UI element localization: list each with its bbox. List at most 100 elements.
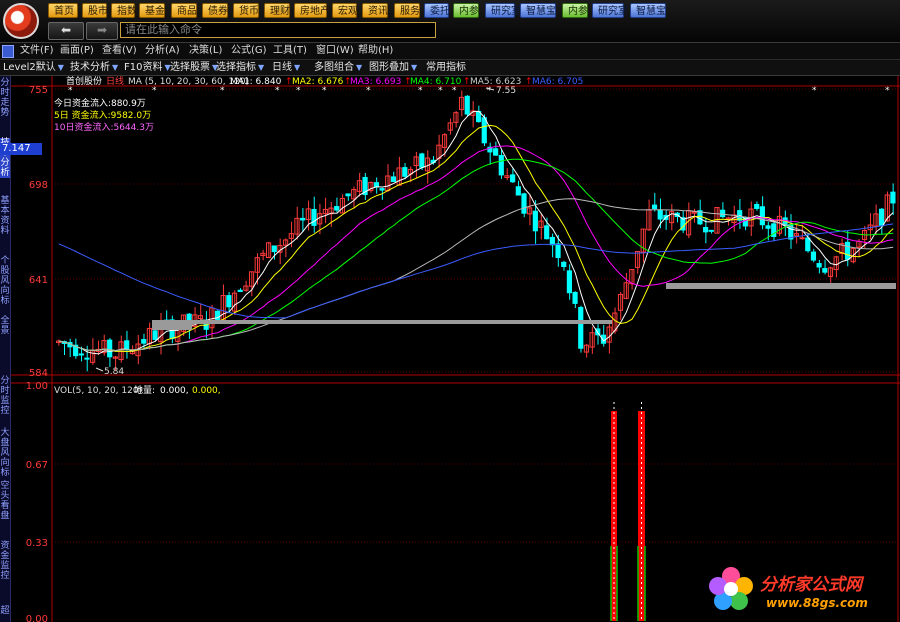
- menu-item[interactable]: 工具(T): [273, 43, 307, 59]
- dropdown-arrow-icon: ▼: [411, 63, 418, 72]
- side-tab[interactable]: 基本资料: [0, 196, 10, 236]
- ma-value: MA1: 6.840: [230, 77, 282, 87]
- nav-button[interactable]: 资讯: [362, 3, 388, 18]
- menu-item[interactable]: 帮助(H): [358, 43, 393, 59]
- nav-button[interactable]: 基金: [139, 3, 165, 18]
- fund-flow-text: 5日 资金流入:9582.0万: [54, 109, 151, 121]
- dropdown-arrow-icon: ▼: [112, 63, 119, 72]
- nav-button[interactable]: 货币: [233, 3, 259, 18]
- side-tab[interactable]: 资金监控: [0, 541, 10, 581]
- candle: [765, 225, 771, 229]
- app-menu-icon[interactable]: [2, 45, 14, 58]
- side-tab[interactable]: 空头看盘: [0, 481, 10, 521]
- y-tick-label: 641: [29, 275, 48, 286]
- toolbar-button[interactable]: 日线 ▼: [272, 60, 300, 75]
- toolbar-button-label: 日线: [272, 62, 292, 73]
- toolbar-button[interactable]: 选择股票 ▼: [170, 60, 218, 75]
- candle: [419, 153, 425, 168]
- toolbar-button[interactable]: 图形叠加 ▼: [369, 60, 417, 75]
- nav-button[interactable]: 指数: [111, 3, 137, 18]
- vol-value: 0.000,: [192, 386, 221, 396]
- up-arrow-icon: ↑: [463, 77, 471, 87]
- menu-item[interactable]: 决策(L): [189, 43, 222, 59]
- nav-button[interactable]: 智慧宝: [520, 3, 556, 18]
- side-tab[interactable]: 个股风向标: [0, 256, 10, 306]
- toolbar-button[interactable]: F10资料 ▼: [124, 60, 171, 75]
- candle: [844, 241, 851, 260]
- side-tab[interactable]: 大盘风向标: [0, 428, 10, 478]
- candle: [493, 148, 499, 156]
- side-tab[interactable]: 分时走势: [0, 78, 10, 118]
- candle: [152, 330, 158, 340]
- low-price-label: 5.84: [104, 367, 124, 377]
- menu-item[interactable]: 查看(V): [102, 43, 137, 59]
- candle: [805, 237, 811, 252]
- toolbar-button[interactable]: 多图组合 ▼: [314, 60, 362, 75]
- candle: [107, 339, 113, 358]
- marker-icon: *: [152, 86, 157, 96]
- toolbar-button[interactable]: 常用指标: [426, 60, 466, 75]
- nav-button[interactable]: 内参: [453, 3, 479, 18]
- candle: [481, 117, 487, 144]
- menu-item[interactable]: 公式(G): [231, 43, 267, 59]
- nav-button[interactable]: 宏观: [332, 3, 358, 18]
- dropdown-arrow-icon: ▼: [356, 63, 363, 72]
- vol-title: VOL(5, 10, 20, 120): [54, 386, 142, 396]
- menu-item[interactable]: 文件(F): [20, 43, 54, 59]
- nav-button[interactable]: 首页: [48, 3, 78, 18]
- menu-item[interactable]: 分析(A): [145, 43, 180, 59]
- support-bar: [666, 283, 896, 289]
- candle: [379, 188, 385, 191]
- candle: [578, 307, 584, 349]
- support-bar: [152, 320, 612, 324]
- watermark-logo: 分析家公式网 www.88gs.com: [700, 560, 900, 622]
- back-button[interactable]: ⬅: [48, 22, 84, 40]
- candle: [708, 229, 714, 232]
- side-tab[interactable]: 分时监控: [0, 376, 10, 416]
- nav-button[interactable]: 委托: [424, 3, 450, 18]
- candle: [84, 357, 90, 360]
- candle: [549, 236, 555, 246]
- candle: [498, 154, 504, 176]
- toolbar-button[interactable]: 选择指标 ▼: [216, 60, 264, 75]
- candle: [572, 291, 578, 304]
- kline-chart[interactable]: 7556986415841.000.670.330.00首创股份 日线 MA (5,…: [0, 76, 900, 622]
- toolbar-button[interactable]: Level2默认 ▼: [3, 60, 64, 75]
- nav-button[interactable]: 服务: [394, 3, 420, 18]
- marker-icon: *: [296, 86, 301, 96]
- app-logo-icon: [3, 3, 39, 39]
- y-tick-label: 698: [29, 180, 48, 191]
- candle: [521, 193, 527, 214]
- nav-button[interactable]: 房地产: [294, 3, 330, 18]
- dropdown-arrow-icon: ▼: [258, 63, 265, 72]
- menu-item[interactable]: 窗口(W): [316, 43, 354, 59]
- candle: [890, 191, 896, 204]
- nav-button[interactable]: 理财: [264, 3, 290, 18]
- nav-button[interactable]: 研究室: [485, 3, 521, 18]
- toolbar-button-label: 图形叠加: [369, 62, 409, 73]
- side-tab[interactable]: 全景: [0, 316, 10, 336]
- candle: [532, 210, 538, 232]
- nav-button[interactable]: 债券: [202, 3, 228, 18]
- vol-y-tick-label: 0.67: [26, 460, 48, 471]
- nav-button[interactable]: 商品: [171, 3, 197, 18]
- candle: [878, 208, 885, 227]
- menu-item[interactable]: 画面(P): [60, 43, 94, 59]
- nav-button[interactable]: 研究室: [592, 3, 628, 18]
- ma-value: MA3: 6.693: [350, 77, 401, 87]
- up-arrow-icon: ↑: [525, 77, 533, 87]
- toolbar-button-label: F10资料: [124, 62, 163, 73]
- command-input[interactable]: 请在此输入命令: [120, 22, 436, 38]
- side-tab[interactable]: 超: [0, 606, 10, 616]
- candle: [124, 340, 130, 351]
- nav-button[interactable]: 股市: [82, 3, 108, 18]
- high-price-label: 7.55: [496, 86, 516, 96]
- candle: [822, 268, 828, 273]
- nav-button[interactable]: 内参: [562, 3, 588, 18]
- toolbar-button[interactable]: 技术分析 ▼: [70, 60, 118, 75]
- candle: [311, 208, 317, 226]
- forward-button[interactable]: ➡: [86, 22, 118, 40]
- fund-flow-text: 今日资金流入:880.9万: [54, 97, 146, 109]
- candle: [515, 186, 521, 196]
- nav-button[interactable]: 智慧宝: [630, 3, 666, 18]
